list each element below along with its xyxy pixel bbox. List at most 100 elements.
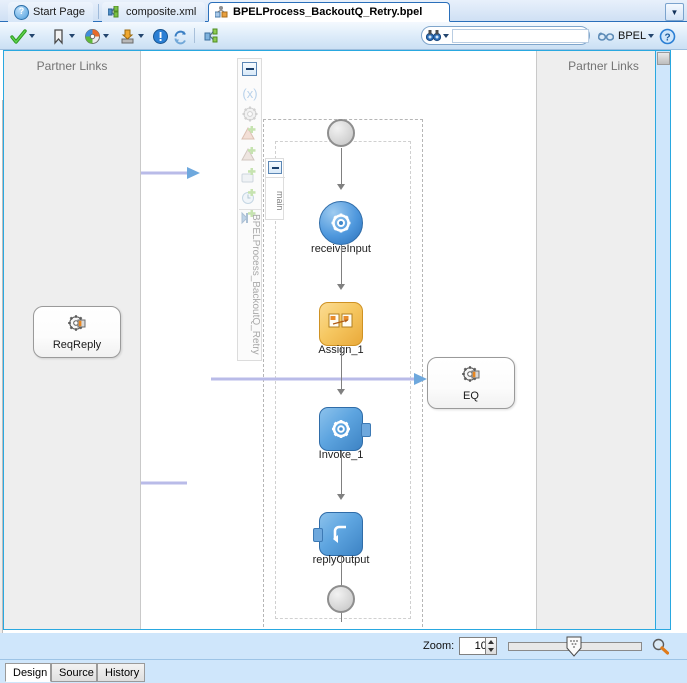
partner-link-label: ReqReply [52,339,102,351]
activity-start-event[interactable] [327,119,355,147]
catch-all-add-icon[interactable] [241,146,259,164]
zoom-label: Zoom: [423,640,455,652]
scope-collapse-icon[interactable] [268,161,282,174]
palette-button[interactable] [84,26,109,46]
document-tab-composite-xml[interactable]: composite.xml [102,2,205,22]
partner-link-gear-icon [460,364,483,389]
reply-input-port[interactable] [313,528,323,542]
partner-links-title-right: Partner Links [568,59,639,73]
toolbar-divider [194,28,195,43]
editor-canvas-frame: Partner Links Partner Links (x) BPELProc… [3,50,671,630]
activity-Assign_1[interactable]: Assign_1 [318,302,364,356]
editor-view-tabs: Design Source History [0,659,687,683]
activity-replyOutput[interactable]: replyOutput [313,512,369,566]
tab-history[interactable]: History [97,663,145,682]
reply-arrow-icon [319,512,363,556]
start-circle-icon [327,119,355,147]
search-box[interactable] [421,26,590,45]
scope-label: main [266,177,285,219]
editor-toolbar: BPEL ? [0,22,687,50]
gear-activity-icon[interactable] [241,105,259,123]
bookmark-dropdown-caret[interactable] [69,34,75,38]
scrollbar-thumb[interactable] [657,52,670,65]
help-question-icon: ? [14,4,29,20]
canvas-vertical-scrollbar[interactable] [655,51,670,629]
flow-connector [341,346,342,391]
zoom-decrement-icon[interactable] [488,648,494,652]
activity-Invoke_1[interactable]: Invoke_1 [319,407,371,461]
document-tab-label: composite.xml [126,6,197,18]
catch-add-icon[interactable] [241,125,259,143]
validate-dropdown-caret[interactable] [29,34,35,38]
invoke-output-port[interactable] [361,423,371,437]
help-button[interactable]: ? [659,26,676,46]
partner-link-ReqReply[interactable]: ReqReply [33,306,121,358]
info-button[interactable] [152,26,169,46]
zoom-stepper[interactable] [485,637,497,655]
receive-gear-icon [319,201,363,245]
glasses-icon [597,30,615,42]
structure-node-icon [204,28,221,45]
validate-button[interactable] [10,26,35,46]
info-circle-icon [152,28,169,45]
zoom-slider-thumb[interactable] [566,636,582,657]
partner-links-pane-right: Partner Links [536,51,670,629]
flow-connector [341,148,342,186]
svg-text:?: ? [664,32,670,43]
chevron-down-icon: ▼ [670,7,679,17]
flow-arrow [337,184,345,190]
collapse-icon[interactable] [242,62,257,76]
deploy-button[interactable] [119,26,144,46]
flow-connector [341,451,342,496]
search-scope-caret[interactable] [443,33,449,38]
bookmark-button[interactable] [50,26,75,46]
flow-connector [341,245,342,286]
process-canvas[interactable]: (x) BPELProcess_BackoutQ_Retry main ReqR… [33,51,536,629]
variables-xy-icon[interactable]: (x) [241,84,259,102]
bpel-mode-selector[interactable]: BPEL [597,26,655,46]
activity-end-event[interactable] [327,585,355,613]
document-tab-bpel-process[interactable]: BPELProcess_BackoutQ_Retry.bpel [208,2,450,22]
deploy-hand-icon [119,28,136,45]
composite-diagram-icon [107,5,122,18]
assign-copy-icon [319,302,363,346]
flow-arrow [337,494,345,500]
partner-links-title-left: Partner Links [36,59,108,73]
document-tab-bar: ? Start Page composite.xml BPELProcess_B… [0,0,687,22]
structure-button[interactable] [204,26,221,46]
partner-link-EQ[interactable]: EQ [427,357,515,409]
partner-link-label: EQ [463,390,479,402]
document-tab-label: Start Page [33,6,85,18]
search-input[interactable] [452,28,589,43]
compensate-add-icon[interactable] [241,167,259,185]
refresh-arrows-icon [172,28,189,45]
refresh-button[interactable] [172,26,189,46]
timeout-add-icon[interactable] [241,188,259,206]
activity-strip: (x) BPELProcess_BackoutQ_Retry [237,58,262,361]
end-circle-icon [327,585,355,613]
process-name-vertical: BPELProcess_BackoutQ_Retry [239,209,261,359]
help-circle-icon: ? [659,28,676,45]
bpel-mode-caret[interactable] [648,34,655,38]
tab-separator [98,4,99,19]
zoom-magnifier-icon[interactable] [652,638,670,655]
green-check-icon [10,28,27,45]
activity-receiveInput[interactable]: receiveInput [311,201,371,255]
zoom-bar: Zoom: 100 [0,633,687,659]
bpel-design-editor: Partner Links Partner Links (x) BPELProc… [0,50,687,683]
tab-overflow-menu-button[interactable]: ▼ [665,3,684,21]
flow-arrow [337,284,345,290]
tab-design[interactable]: Design [5,663,51,682]
bpel-mode-label: BPEL [618,30,647,42]
document-tab-start-page[interactable]: ? Start Page [8,2,93,22]
flow-arrow [337,389,345,395]
bpel-process-icon [214,6,229,18]
binoculars-icon[interactable] [425,29,442,42]
invoke-gear-icon [319,407,363,451]
deploy-dropdown-caret[interactable] [138,34,144,38]
zoom-increment-icon[interactable] [488,640,494,644]
palette-dropdown-caret[interactable] [103,34,109,38]
color-palette-icon [84,28,101,45]
tab-source[interactable]: Source [51,663,97,682]
bookmark-icon [50,28,67,45]
